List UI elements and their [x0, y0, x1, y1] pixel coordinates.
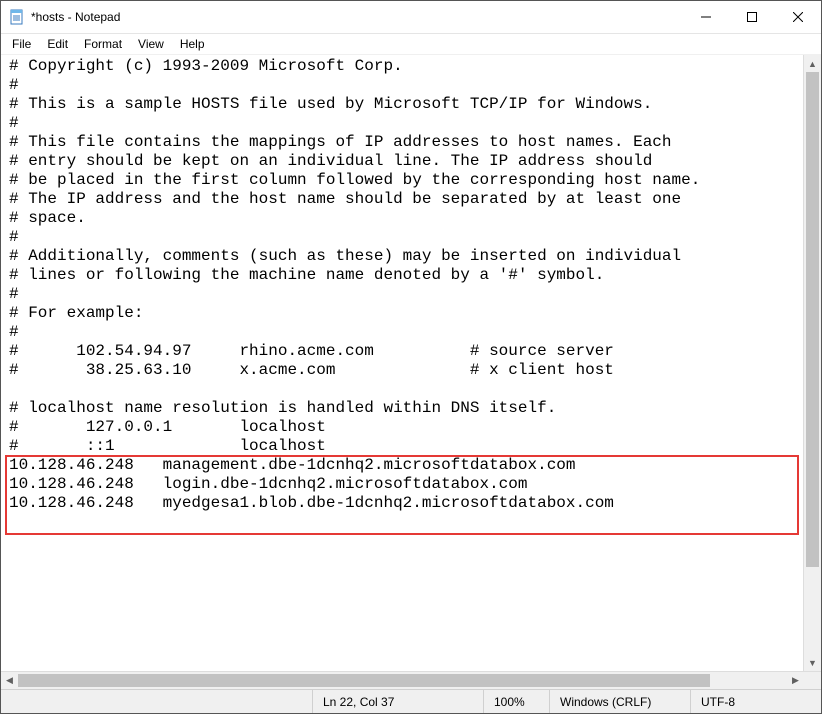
status-bar: Ln 22, Col 37 100% Windows (CRLF) UTF-8 — [1, 689, 821, 713]
horizontal-scrollbar[interactable]: ◀ ▶ — [1, 672, 804, 689]
status-zoom: 100% — [483, 690, 549, 713]
menu-bar: File Edit Format View Help — [1, 34, 821, 54]
text-editor[interactable]: # Copyright (c) 1993-2009 Microsoft Corp… — [1, 55, 803, 671]
status-line-ending: Windows (CRLF) — [549, 690, 690, 713]
status-position: Ln 22, Col 37 — [312, 690, 483, 713]
hscroll-track[interactable] — [18, 672, 787, 689]
notepad-window: *hosts - Notepad File Edit Format View H… — [0, 0, 822, 714]
menu-edit[interactable]: Edit — [40, 36, 75, 52]
menu-view[interactable]: View — [131, 36, 171, 52]
notepad-icon — [9, 9, 25, 25]
scroll-up-arrow-icon[interactable]: ▲ — [804, 55, 821, 72]
status-encoding: UTF-8 — [690, 690, 821, 713]
close-button[interactable] — [775, 1, 821, 33]
maximize-button[interactable] — [729, 1, 775, 33]
scroll-left-arrow-icon[interactable]: ◀ — [1, 672, 18, 689]
vertical-scrollbar[interactable]: ▲ ▼ — [803, 55, 821, 671]
title-bar[interactable]: *hosts - Notepad — [1, 1, 821, 34]
menu-file[interactable]: File — [5, 36, 38, 52]
window-title: *hosts - Notepad — [31, 10, 120, 24]
status-spacer — [1, 690, 312, 713]
minimize-button[interactable] — [683, 1, 729, 33]
menu-help[interactable]: Help — [173, 36, 212, 52]
vscroll-thumb[interactable] — [806, 72, 819, 567]
horizontal-scrollbar-row: ◀ ▶ — [1, 671, 821, 689]
editor-area: # Copyright (c) 1993-2009 Microsoft Corp… — [1, 54, 821, 671]
file-content[interactable]: # Copyright (c) 1993-2009 Microsoft Corp… — [1, 55, 803, 515]
scroll-right-arrow-icon[interactable]: ▶ — [787, 672, 804, 689]
menu-format[interactable]: Format — [77, 36, 129, 52]
vscroll-track[interactable] — [804, 72, 821, 654]
hscroll-thumb[interactable] — [18, 674, 710, 687]
scroll-corner — [804, 672, 821, 689]
scroll-down-arrow-icon[interactable]: ▼ — [804, 654, 821, 671]
